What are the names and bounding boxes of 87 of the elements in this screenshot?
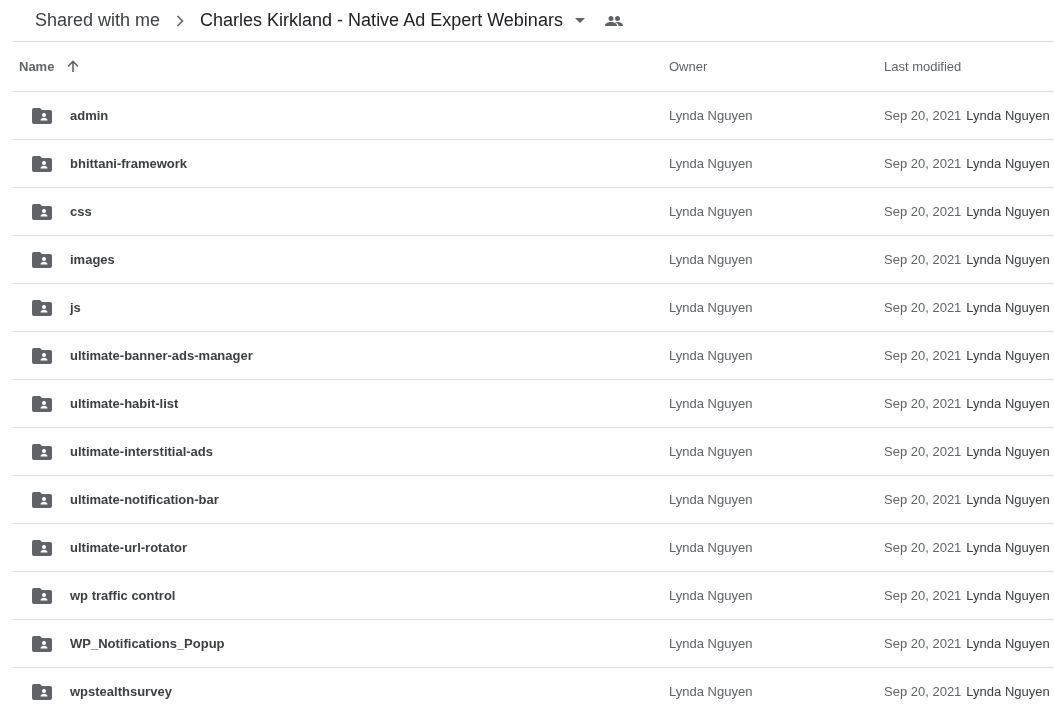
folder-name: wpstealthsurvey	[70, 682, 172, 701]
owner-cell-text: Lynda Nguyen	[669, 394, 754, 413]
folder-name: admin	[70, 106, 109, 125]
modified-by: Lynda Nguyen	[966, 202, 1050, 221]
file-row[interactable]: admin Lynda Nguyen Sep 20, 2021 Lynda Nguyen	[13, 92, 1054, 140]
folder-name: js	[70, 298, 81, 317]
shared-folder-icon	[32, 155, 52, 172]
folder-name: ultimate-url-rotator	[70, 538, 187, 557]
shared-folder-icon	[32, 683, 52, 700]
shared-folder-icon	[32, 539, 52, 556]
modified-date: Sep 20, 2021	[884, 154, 962, 173]
owner-cell-text: Lynda Nguyen	[669, 346, 754, 365]
current-folder-button[interactable]: Charles Kirkland - Native Ad Expert Webinars	[200, 7, 585, 34]
owner-cell-text: Lynda Nguyen	[669, 442, 754, 461]
file-row[interactable]: ultimate-habit-list Lynda Nguyen Sep 20, 2021 Lynda Nguyen	[13, 380, 1054, 428]
column-header[interactable]: Owner	[669, 56, 708, 77]
modified-date: Sep 20, 2021	[884, 490, 962, 509]
file-row[interactable]: bhittani-framework Lynda Nguyen Sep 20, 2021 Lynda Nguyen	[13, 140, 1054, 188]
shared-folder-icon	[32, 395, 52, 412]
owner-cell-text: Lynda Nguyen	[669, 106, 754, 125]
modified-date: Sep 20, 2021	[884, 106, 962, 125]
file-row[interactable]: wpstealthsurvey Lynda Nguyen Sep 20, 2021 Lynda Nguyen	[13, 668, 1054, 704]
modified-date: Sep 20, 2021	[884, 346, 962, 365]
owner-cell-text: Lynda Nguyen	[669, 682, 754, 701]
breadcrumb-link[interactable]: Shared with me	[35, 7, 161, 34]
owner-cell-text: Lynda Nguyen	[669, 586, 754, 605]
column-header[interactable]: Name	[19, 56, 55, 77]
sort-up-arrow-icon[interactable]	[67, 60, 80, 73]
owner-cell-text: Lynda Nguyen	[669, 634, 754, 653]
modified-date: Sep 20, 2021	[884, 538, 962, 557]
folder-name: wp traffic control	[70, 586, 176, 605]
shared-folder-icon	[32, 251, 52, 268]
modified-by: Lynda Nguyen	[966, 490, 1050, 509]
dropdown-caret-icon	[574, 18, 585, 23]
shared-folder-icon	[32, 107, 52, 124]
folder-name: images	[70, 250, 115, 269]
modified-by: Lynda Nguyen	[966, 682, 1050, 701]
shared-folder-icon	[32, 299, 52, 316]
owner-cell-text: Lynda Nguyen	[669, 250, 754, 269]
file-row[interactable]: images Lynda Nguyen Sep 20, 2021 Lynda Nguyen	[13, 236, 1054, 284]
owner-cell-text: Lynda Nguyen	[669, 490, 754, 509]
modified-date: Sep 20, 2021	[884, 394, 962, 413]
owner-cell-text: Lynda Nguyen	[669, 298, 754, 317]
folder-name: ultimate-interstitial-ads	[70, 442, 214, 461]
people-icon	[604, 15, 623, 26]
shared-folder-icon	[32, 635, 52, 652]
file-row[interactable]: ultimate-interstitial-ads Lynda Nguyen Sep 20, 2021 Lynda Nguyen	[13, 428, 1054, 476]
modified-by: Lynda Nguyen	[966, 298, 1050, 317]
folder-name: ultimate-notification-bar	[70, 490, 219, 509]
owner-cell-text: Lynda Nguyen	[669, 202, 754, 221]
file-row[interactable]: ultimate-banner-ads-manager Lynda Nguyen Sep 20, 2021 Lynda Nguyen	[13, 332, 1054, 380]
modified-date: Sep 20, 2021	[884, 682, 962, 701]
owner-cell-text: Lynda Nguyen	[669, 154, 754, 173]
modified-date: Sep 20, 2021	[884, 442, 962, 461]
modified-date: Sep 20, 2021	[884, 202, 962, 221]
file-row[interactable]: ultimate-url-rotator Lynda Nguyen Sep 20, 2021 Lynda Nguyen	[13, 524, 1054, 572]
folder-name: WP_Notifications_Popup	[70, 634, 225, 653]
file-row[interactable]: wp traffic control Lynda Nguyen Sep 20, 2021 Lynda Nguyen	[13, 572, 1054, 620]
modified-by: Lynda Nguyen	[966, 394, 1050, 413]
modified-date: Sep 20, 2021	[884, 298, 962, 317]
shared-folder-icon	[32, 347, 52, 364]
modified-date: Sep 20, 2021	[884, 586, 962, 605]
shared-folder-icon	[32, 203, 52, 220]
column-header[interactable]: Last modified	[884, 56, 962, 77]
file-row[interactable]: js Lynda Nguyen Sep 20, 2021 Lynda Nguyen	[13, 284, 1054, 332]
modified-by: Lynda Nguyen	[966, 586, 1050, 605]
file-row[interactable]: ultimate-notification-bar Lynda Nguyen Sep 20, 2021 Lynda Nguyen	[13, 476, 1054, 524]
modified-by: Lynda Nguyen	[966, 442, 1050, 461]
file-row[interactable]: WP_Notifications_Popup Lynda Nguyen Sep 20, 2021 Lynda Nguyen	[13, 620, 1054, 668]
modified-by: Lynda Nguyen	[966, 346, 1050, 365]
folder-name: css	[70, 202, 92, 221]
folder-name: ultimate-banner-ads-manager	[70, 346, 253, 365]
chevron-right-icon	[176, 14, 185, 27]
modified-by: Lynda Nguyen	[966, 154, 1050, 173]
shared-folder-icon	[32, 491, 52, 508]
folder-name: bhittani-framework	[70, 154, 187, 173]
modified-by: Lynda Nguyen	[966, 634, 1050, 653]
modified-by: Lynda Nguyen	[966, 250, 1050, 269]
shared-folder-icon	[32, 443, 52, 460]
owner-cell-text: Lynda Nguyen	[669, 538, 754, 557]
file-row[interactable]: css Lynda Nguyen Sep 20, 2021 Lynda Nguyen	[13, 188, 1054, 236]
shared-folder-icon	[32, 587, 52, 604]
modified-by: Lynda Nguyen	[966, 538, 1050, 557]
folder-name: ultimate-habit-list	[70, 394, 179, 413]
modified-date: Sep 20, 2021	[884, 634, 962, 653]
modified-by: Lynda Nguyen	[966, 106, 1050, 125]
modified-date: Sep 20, 2021	[884, 250, 962, 269]
